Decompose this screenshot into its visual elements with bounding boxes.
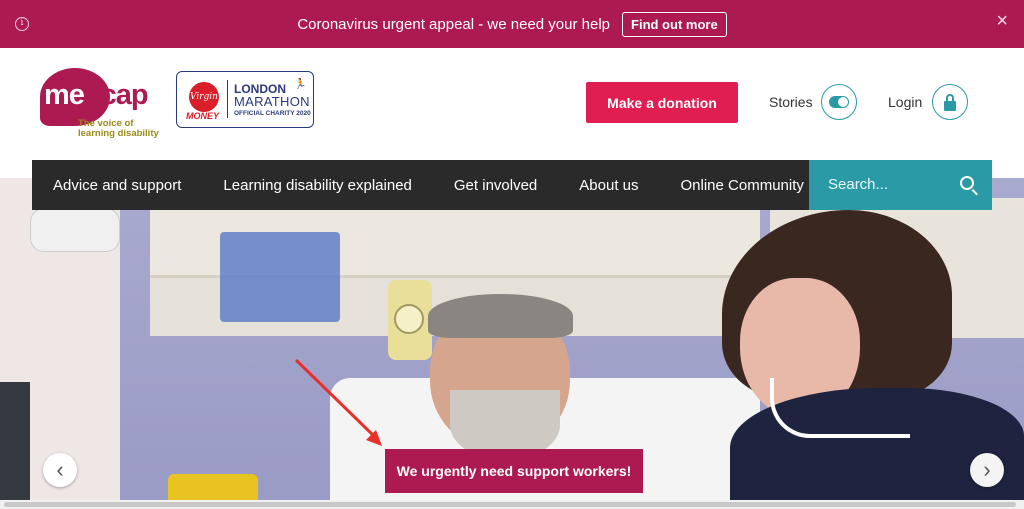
close-icon[interactable]: ×: [996, 10, 1008, 33]
alert-banner: i Coronavirus urgent appeal - we need yo…: [0, 0, 1024, 48]
stories-link[interactable]: Stories: [769, 94, 813, 110]
nav-item-learning-disability-explained[interactable]: Learning disability explained: [202, 177, 432, 194]
chevron-right-icon: ›: [983, 457, 991, 482]
badge-divider: [227, 80, 228, 118]
make-a-donation-button[interactable]: Make a donation: [586, 82, 738, 123]
nav-item-online-community[interactable]: Online Community: [660, 177, 825, 194]
login-link[interactable]: Login: [888, 94, 922, 110]
logo-tagline: The voice of learning disability: [78, 118, 159, 139]
mencap-logo[interactable]: mencap The voice of learning disability: [40, 68, 160, 148]
find-out-more-button[interactable]: Find out more: [622, 11, 727, 37]
logo-wordmark: mencap: [44, 79, 149, 111]
search-placeholder: Search...: [828, 176, 889, 193]
main-navigation: Advice and support Learning disability e…: [32, 160, 809, 210]
nav-item-advice-and-support[interactable]: Advice and support: [32, 177, 202, 194]
horizontal-scrollbar[interactable]: [4, 502, 1016, 507]
info-icon: i: [15, 17, 29, 31]
nav-item-about-us[interactable]: About us: [558, 177, 659, 194]
camera-icon: [30, 208, 120, 252]
site-header: mencap The voice of learning disability …: [0, 48, 1024, 160]
toggle-icon[interactable]: [821, 84, 857, 120]
search-input[interactable]: Search...: [809, 160, 992, 210]
virgin-money-text: MONEY: [186, 111, 220, 121]
support-workers-banner-button[interactable]: We urgently need support workers!: [385, 449, 643, 493]
virgin-logo: Virgin: [189, 82, 219, 112]
search-icon[interactable]: [960, 176, 974, 190]
chevron-left-icon: ‹: [56, 457, 64, 482]
lock-icon[interactable]: [932, 84, 968, 120]
alert-message: Coronavirus urgent appeal - we need your…: [297, 15, 611, 33]
carousel-prev-button[interactable]: ‹: [43, 453, 77, 487]
runner-icon: 🏃: [294, 79, 307, 90]
london-marathon-badge[interactable]: Virgin MONEY LONDON MARATHON OFFICIAL CH…: [176, 71, 314, 128]
nav-item-get-involved[interactable]: Get involved: [433, 177, 558, 194]
carousel-next-button[interactable]: ›: [970, 453, 1004, 487]
annotation-arrow: [294, 358, 382, 446]
badge-line-2: MARATHON: [234, 94, 310, 109]
badge-line-3: OFFICIAL CHARITY 2020: [234, 110, 311, 117]
